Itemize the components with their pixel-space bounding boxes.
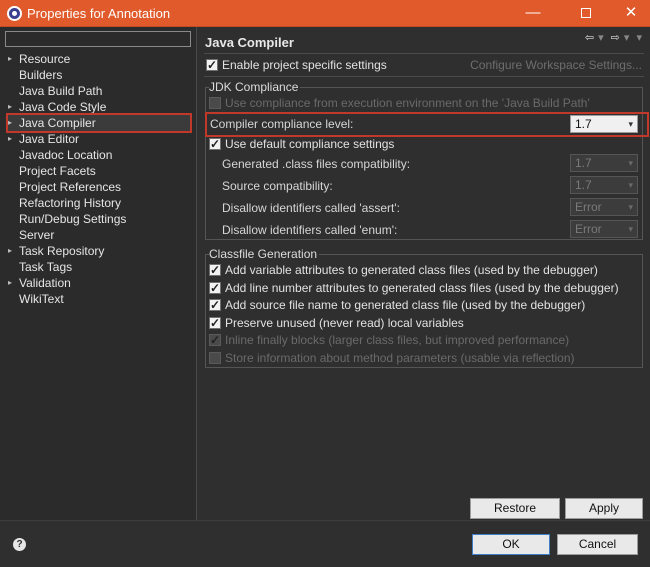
back-menu-icon[interactable]: ▾ [598,32,604,44]
compliance-level-select[interactable]: 1.7 ▾ [570,115,638,133]
maximize-icon [581,8,591,18]
title-bar: Properties for Annotation — ✕ [0,0,650,27]
enum-select: Error ▾ [570,220,638,238]
sidebar-item-task-repository[interactable]: ▸ Task Repository [8,243,190,259]
forward-arrow-icon[interactable]: ⇨ [611,32,620,44]
sidebar-item-label: Java Code Style [19,100,107,114]
sidebar-item-java-build-path[interactable]: Java Build Path [8,83,190,99]
window-title: Properties for Annotation [27,6,171,21]
filter-input[interactable] [5,31,191,47]
sidebar-item-label: WikiText [19,292,64,306]
sidebar-item-label: Java Build Path [19,84,103,98]
checkbox-icon [209,315,221,331]
expand-arrow-icon[interactable]: ▸ [8,243,12,259]
sidebar-item-java-editor[interactable]: ▸ Java Editor [8,131,190,147]
expand-arrow-icon[interactable]: ▸ [8,99,12,115]
compliance-level-label: Compiler compliance level: [210,117,354,131]
forward-menu-icon[interactable]: ▾ [624,32,630,44]
sidebar-item-label: Run/Debug Settings [19,212,127,226]
expand-arrow-icon[interactable]: ▸ [8,51,12,67]
sidebar-item-server[interactable]: Server [8,227,190,243]
enum-label: Disallow identifiers called 'enum': [222,223,398,237]
group-title: Classfile Generation [209,247,320,261]
checkbox-icon [206,57,218,73]
assert-label: Disallow identifiers called 'assert': [222,201,400,215]
sidebar-item-label: Java Editor [19,132,80,146]
checkbox-icon [209,332,221,348]
maximize-button[interactable] [563,0,609,27]
checkbox-icon [209,262,221,278]
sidebar-item-label: Project References [19,180,122,194]
cancel-button[interactable]: Cancel [557,534,638,555]
checkbox-icon [209,136,221,152]
sidebar-item-label: Validation [19,276,71,290]
history-nav: ⇦ ▾ ⇨ ▾ ▾ [581,31,642,44]
chevron-down-icon: ▾ [628,158,633,168]
chevron-down-icon: ▾ [628,202,633,212]
divider [204,76,644,77]
help-icon[interactable]: ? [13,538,26,551]
sidebar-item-label: Java Compiler [19,116,96,130]
divider [204,53,644,54]
sidebar-item-java-code-style[interactable]: ▸ Java Code Style [8,99,190,115]
checkbox-icon [209,97,221,109]
sidebar: ▸ Resource Builders Java Build Path ▸ Java Co… [0,27,197,520]
sidebar-item-label: Builders [19,68,63,82]
sidebar-item-project-references[interactable]: Project References [8,179,190,195]
back-arrow-icon[interactable]: ⇦ [585,32,594,44]
sidebar-item-javadoc-location[interactable]: Javadoc Location [8,147,190,163]
sidebar-item-run-debug-settings[interactable]: Run/Debug Settings [8,211,190,227]
ok-button[interactable]: OK [472,534,550,555]
chevron-down-icon: ▾ [628,119,633,129]
dialog-footer: ? OK Cancel [0,520,650,567]
sidebar-item-label: Task Repository [19,244,105,258]
sidebar-item-label: Server [19,228,55,242]
main-panel: Java Compiler ⇦▾ ⇨▾ ▾ Enable project spe… [198,27,650,534]
checkbox-icon [209,280,221,296]
sidebar-item-label: Task Tags [19,260,73,274]
apply-button[interactable]: Apply [565,498,643,519]
sidebar-item-refactoring-history[interactable]: Refactoring History [8,195,190,211]
sidebar-item-resource[interactable]: ▸ Resource [8,51,190,67]
sidebar-item-task-tags[interactable]: Task Tags [8,259,190,275]
sidebar-item-builders[interactable]: Builders [8,67,190,83]
chevron-down-icon: ▾ [628,224,633,234]
sidebar-item-project-facets[interactable]: Project Facets [8,163,190,179]
checkbox-icon [209,351,221,364]
source-compat-select: 1.7 ▾ [570,176,638,194]
sidebar-item-wikitext[interactable]: WikiText [8,291,190,307]
expand-arrow-icon[interactable]: ▸ [8,115,12,131]
sidebar-item-label: Resource [19,52,71,66]
configure-workspace-link: Configure Workspace Settings... [470,58,642,72]
chevron-down-icon: ▾ [628,180,633,190]
page-title: Java Compiler [205,35,294,50]
sidebar-item-label: Project Facets [19,164,96,178]
expand-arrow-icon[interactable]: ▸ [8,275,12,291]
sidebar-item-java-compiler[interactable]: ▸ Java Compiler [6,113,192,133]
sidebar-item-label: Javadoc Location [19,148,113,162]
eclipse-icon [7,6,22,21]
checkbox-icon [209,297,221,313]
source-compat-label: Source compatibility: [222,179,333,193]
restore-defaults-button[interactable]: Restore Defaults [470,498,560,534]
close-button[interactable]: ✕ [608,0,650,27]
sidebar-item-validation[interactable]: ▸ Validation [8,275,190,291]
minimize-button[interactable]: — [510,0,556,27]
group-title: JDK Compliance [209,80,301,94]
sidebar-item-label: Refactoring History [19,196,122,210]
generated-compat-label: Generated .class files compatibility: [222,157,411,171]
view-menu-icon[interactable]: ▾ [636,32,642,44]
expand-arrow-icon[interactable]: ▸ [8,131,12,147]
generated-compat-select: 1.7 ▾ [570,154,638,172]
assert-select: Error ▾ [570,198,638,216]
